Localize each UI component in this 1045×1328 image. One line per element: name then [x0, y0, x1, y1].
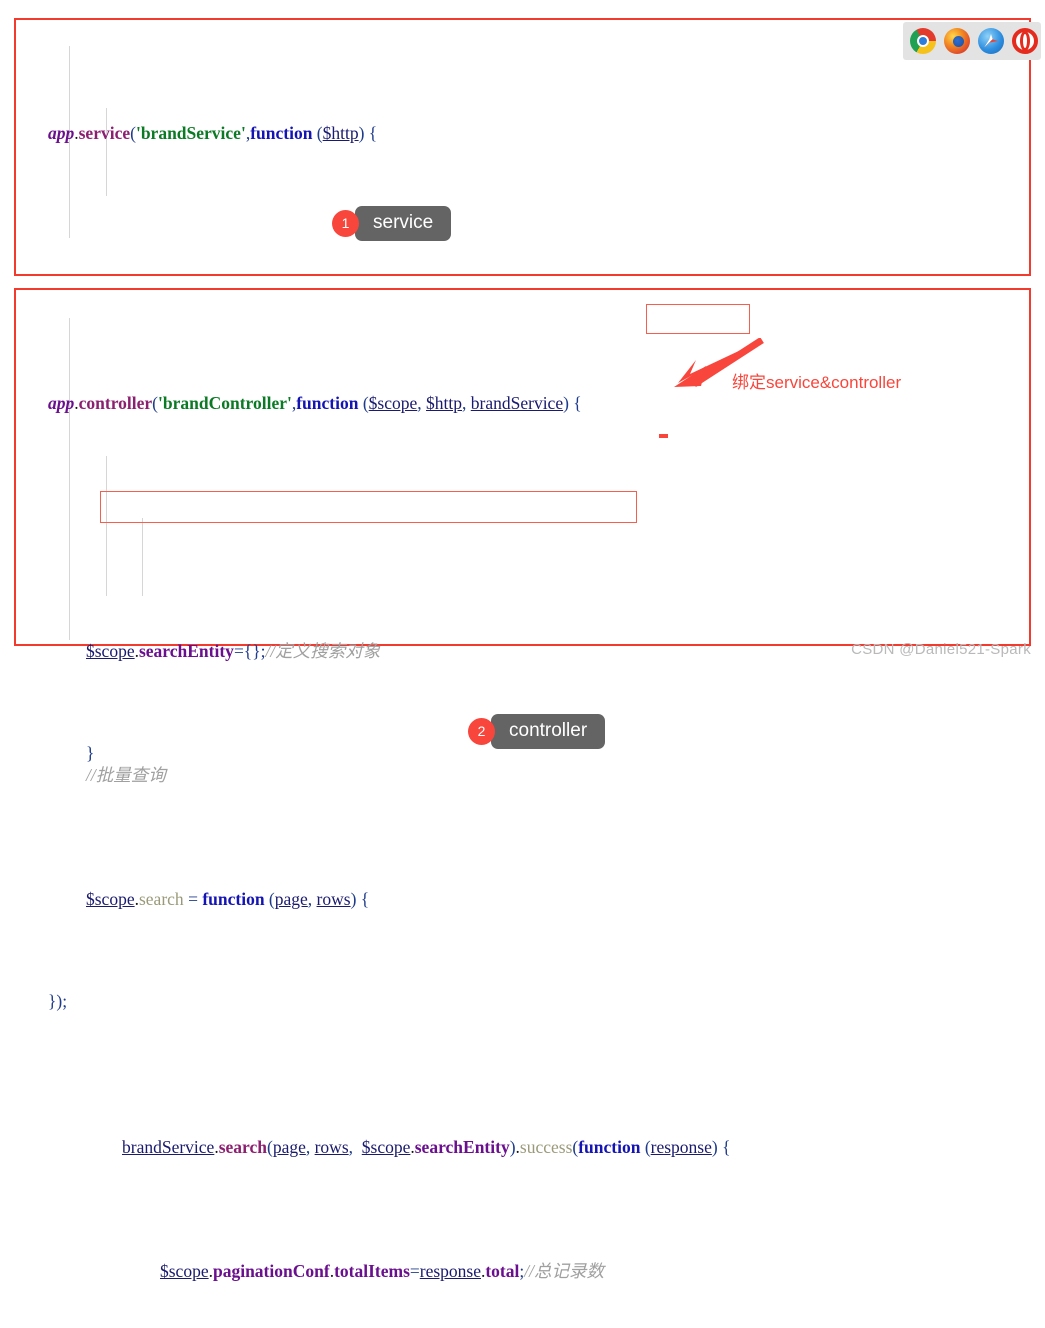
- token-scope: $scope: [160, 1261, 209, 1281]
- code-line: $scope.searchEntity={};//定义搜索对象: [32, 636, 731, 667]
- token-space-paren: (: [312, 123, 323, 143]
- token-rows: rows: [314, 1137, 349, 1157]
- controller-code-text: app.controller('brandController',functio…: [32, 295, 731, 1328]
- code-line: $scope.paginationConf.totalItems=respons…: [32, 1256, 731, 1287]
- code-line: app.controller('brandController',functio…: [32, 388, 731, 419]
- token-comma: ,: [307, 889, 317, 909]
- token-brandservice-arg: brandService: [470, 393, 564, 413]
- callout-label-service: service: [346, 205, 452, 241]
- token-eq: =: [183, 889, 203, 909]
- token-comma: ,: [305, 1137, 315, 1157]
- token-rows: rows: [316, 889, 351, 909]
- token-scope: $scope: [86, 641, 135, 661]
- token-searchentity: searchEntity: [414, 1137, 510, 1157]
- token-comment: //总记录数: [524, 1261, 604, 1281]
- token-close: ) {: [350, 889, 370, 909]
- token-scope: $scope: [368, 393, 418, 413]
- token-response: response: [650, 1137, 712, 1157]
- token-close: ) {: [711, 1137, 731, 1157]
- token-service: service: [78, 123, 131, 143]
- controller-code-block: app.controller('brandController',functio…: [14, 288, 1031, 1281]
- callout-number-1: 1: [332, 209, 359, 237]
- screenshot-root: app.service('brandService',function ($ht…: [0, 0, 1045, 1281]
- token-string: 'brandService': [135, 123, 246, 143]
- red-tick-mark: [659, 434, 668, 438]
- token-comment: //定义搜索对象: [265, 641, 381, 661]
- token-space-paren: (: [640, 1137, 651, 1157]
- token-comment: //批量查询: [86, 765, 166, 785]
- firefox-icon[interactable]: [944, 28, 970, 54]
- chrome-icon[interactable]: [910, 28, 936, 54]
- token-success: success: [519, 1137, 573, 1157]
- token-http: $http: [322, 123, 359, 143]
- token-paginationconf: paginationConf: [212, 1261, 330, 1281]
- browser-icon-bar[interactable]: [903, 22, 1041, 60]
- watermark-text: CSDN @Daniel521-Spark: [851, 641, 1031, 658]
- token-page: page: [274, 889, 308, 909]
- code-line: app.service('brandService',function ($ht…: [32, 118, 727, 149]
- safari-icon[interactable]: [978, 28, 1004, 54]
- token-page: page: [272, 1137, 306, 1157]
- token-function: function: [296, 393, 359, 413]
- token-assign: ={};: [233, 641, 266, 661]
- callout-controller: 2 controller: [468, 713, 606, 749]
- token-totalitems: totalItems: [334, 1261, 410, 1281]
- token-string: 'brandController': [158, 393, 292, 413]
- code-line: //批量查询: [32, 760, 731, 791]
- token-close: ) {: [358, 123, 378, 143]
- token-space-paren: (: [264, 889, 275, 909]
- annotation-text: 绑定service&controller: [732, 373, 902, 392]
- token-comma: ,: [417, 393, 427, 413]
- token-space-paren: (: [358, 393, 369, 413]
- callout-label-controller: controller: [482, 713, 606, 749]
- token-scope: $scope: [86, 889, 135, 909]
- service-code-block: app.service('brandService',function ($ht…: [14, 18, 1031, 1011]
- token-app: app: [48, 123, 75, 143]
- token-controller: controller: [78, 393, 153, 413]
- opera-icon[interactable]: [1012, 28, 1038, 54]
- token-scope: $scope: [361, 1137, 411, 1157]
- token-search: search: [138, 889, 184, 909]
- token-function: function: [250, 123, 313, 143]
- code-line: brandService.search(page, rows, $scope.s…: [32, 1132, 731, 1163]
- token-assign: =: [409, 1261, 420, 1281]
- callout-number-2: 2: [468, 717, 495, 745]
- token-close: ) {: [563, 393, 582, 413]
- token-response: response: [419, 1261, 481, 1281]
- token-app: app: [48, 393, 75, 413]
- token-http: $http: [426, 393, 463, 413]
- token-function: function: [202, 889, 265, 909]
- token-search: search: [218, 1137, 267, 1157]
- token-comma: ,: [462, 393, 471, 413]
- token-comma: ,: [348, 1137, 362, 1157]
- token-searchentity: searchEntity: [138, 641, 234, 661]
- callout-service: 1 service: [332, 205, 452, 241]
- token-function: function: [578, 1137, 641, 1157]
- code-line: $scope.search = function (page, rows) {: [32, 884, 731, 915]
- token-brandservice: brandService: [122, 1137, 215, 1157]
- token-total: total: [485, 1261, 520, 1281]
